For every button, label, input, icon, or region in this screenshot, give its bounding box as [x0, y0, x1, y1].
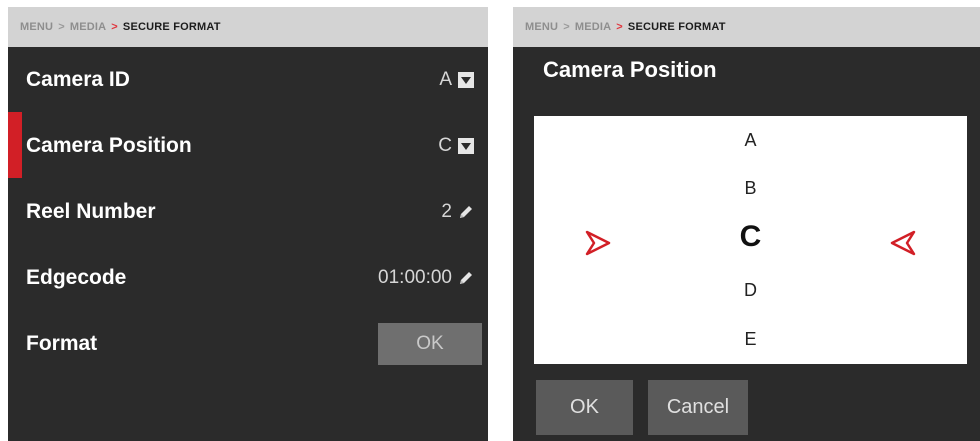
breadcrumb-current: SECURE FORMAT [122, 21, 221, 33]
breadcrumb-separator-active: > [111, 21, 118, 33]
camera-id-value: A [439, 69, 452, 90]
camera-id-row[interactable]: Camera ID A [8, 47, 488, 113]
reel-number-row[interactable]: Reel Number 2 [8, 179, 488, 245]
camera-position-dropdown[interactable]: C [438, 113, 474, 179]
breadcrumb: MENU > MEDIA > SECURE FORMAT [513, 7, 980, 47]
format-row: Format OK [8, 311, 488, 377]
reel-number-field[interactable]: 2 [441, 179, 474, 245]
breadcrumb: MENU > MEDIA > SECURE FORMAT [8, 7, 488, 47]
breadcrumb-separator-active: > [616, 21, 623, 33]
breadcrumb-menu[interactable]: MENU [525, 21, 558, 33]
arrow-left-icon [890, 230, 916, 256]
pencil-icon[interactable] [458, 270, 474, 286]
chevron-down-icon[interactable] [458, 138, 474, 154]
dialog-title: Camera Position [543, 57, 717, 82]
breadcrumb-menu[interactable]: MENU [20, 21, 53, 33]
reel-number-label: Reel Number [26, 200, 156, 223]
edgecode-row[interactable]: Edgecode 01:00:00 [8, 245, 488, 311]
cancel-button[interactable]: Cancel [648, 380, 748, 435]
edgecode-field[interactable]: 01:00:00 [378, 245, 474, 311]
camera-position-row[interactable]: Camera Position C [8, 113, 488, 179]
breadcrumb-media[interactable]: MEDIA [70, 21, 106, 33]
ok-button[interactable]: OK [536, 380, 633, 435]
picker-option-b[interactable]: B [534, 178, 967, 199]
camera-position-dialog: MENU > MEDIA > SECURE FORMAT Camera Posi… [513, 7, 980, 441]
arrow-right-icon [585, 230, 611, 256]
position-picker[interactable]: A B C D E [534, 116, 967, 364]
reel-number-value: 2 [441, 201, 452, 222]
chevron-down-icon[interactable] [458, 72, 474, 88]
breadcrumb-current: SECURE FORMAT [627, 21, 726, 33]
picker-option-e[interactable]: E [534, 329, 967, 350]
picker-option-a[interactable]: A [534, 130, 967, 151]
breadcrumb-separator: > [58, 21, 65, 33]
breadcrumb-separator: > [563, 21, 570, 33]
edgecode-value: 01:00:00 [378, 267, 452, 288]
camera-id-label: Camera ID [26, 68, 130, 91]
camera-id-dropdown[interactable]: A [439, 47, 474, 113]
pencil-icon[interactable] [458, 204, 474, 220]
picker-option-d[interactable]: D [534, 280, 967, 301]
format-label: Format [26, 332, 98, 355]
format-ok-button[interactable]: OK [378, 323, 482, 365]
camera-position-value: C [438, 135, 452, 156]
secure-format-panel: MENU > MEDIA > SECURE FORMAT Camera ID A… [8, 7, 488, 441]
camera-position-label: Camera Position [26, 134, 192, 157]
breadcrumb-media[interactable]: MEDIA [575, 21, 611, 33]
edgecode-label: Edgecode [26, 266, 127, 289]
